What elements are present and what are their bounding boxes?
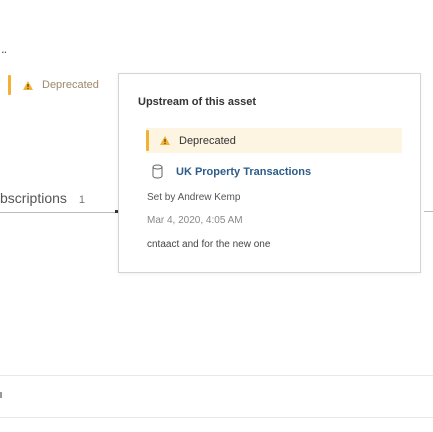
divider <box>424 211 433 212</box>
deprecated-badge[interactable]: Deprecated <box>8 73 99 97</box>
warning-icon <box>22 80 34 91</box>
upstream-popover: Upstream of this asset Deprecated UK Pro… <box>118 73 421 273</box>
tab-subscriptions-count: 1 <box>78 194 86 206</box>
tab-subscriptions-label: bscriptions <box>0 190 67 206</box>
deprecated-label: Deprecated <box>42 79 99 91</box>
deprecation-note: cntaact and for the new one <box>147 239 271 250</box>
tab-underline <box>0 212 115 213</box>
deprecated-bar <box>8 75 11 95</box>
popover-title: Upstream of this asset <box>138 96 256 108</box>
asset-name[interactable]: UK Property Transactions <box>176 166 311 178</box>
divider <box>0 417 433 418</box>
deprecated-bar <box>146 130 149 151</box>
deprecated-banner: Deprecated <box>146 128 402 153</box>
timestamp: Mar 4, 2020, 4:05 AM <box>147 215 243 226</box>
tab-subscriptions[interactable]: bscriptions 1 <box>0 190 85 206</box>
database-icon <box>152 164 163 179</box>
set-by-text: Set by Andrew Kemp <box>147 192 241 203</box>
warning-icon <box>159 135 171 146</box>
asset-link[interactable]: UK Property Transactions <box>152 164 311 179</box>
deprecated-label: Deprecated <box>179 134 236 147</box>
divider <box>0 392 2 398</box>
more-options-icon[interactable]: .. <box>1 41 7 56</box>
divider <box>0 375 433 376</box>
